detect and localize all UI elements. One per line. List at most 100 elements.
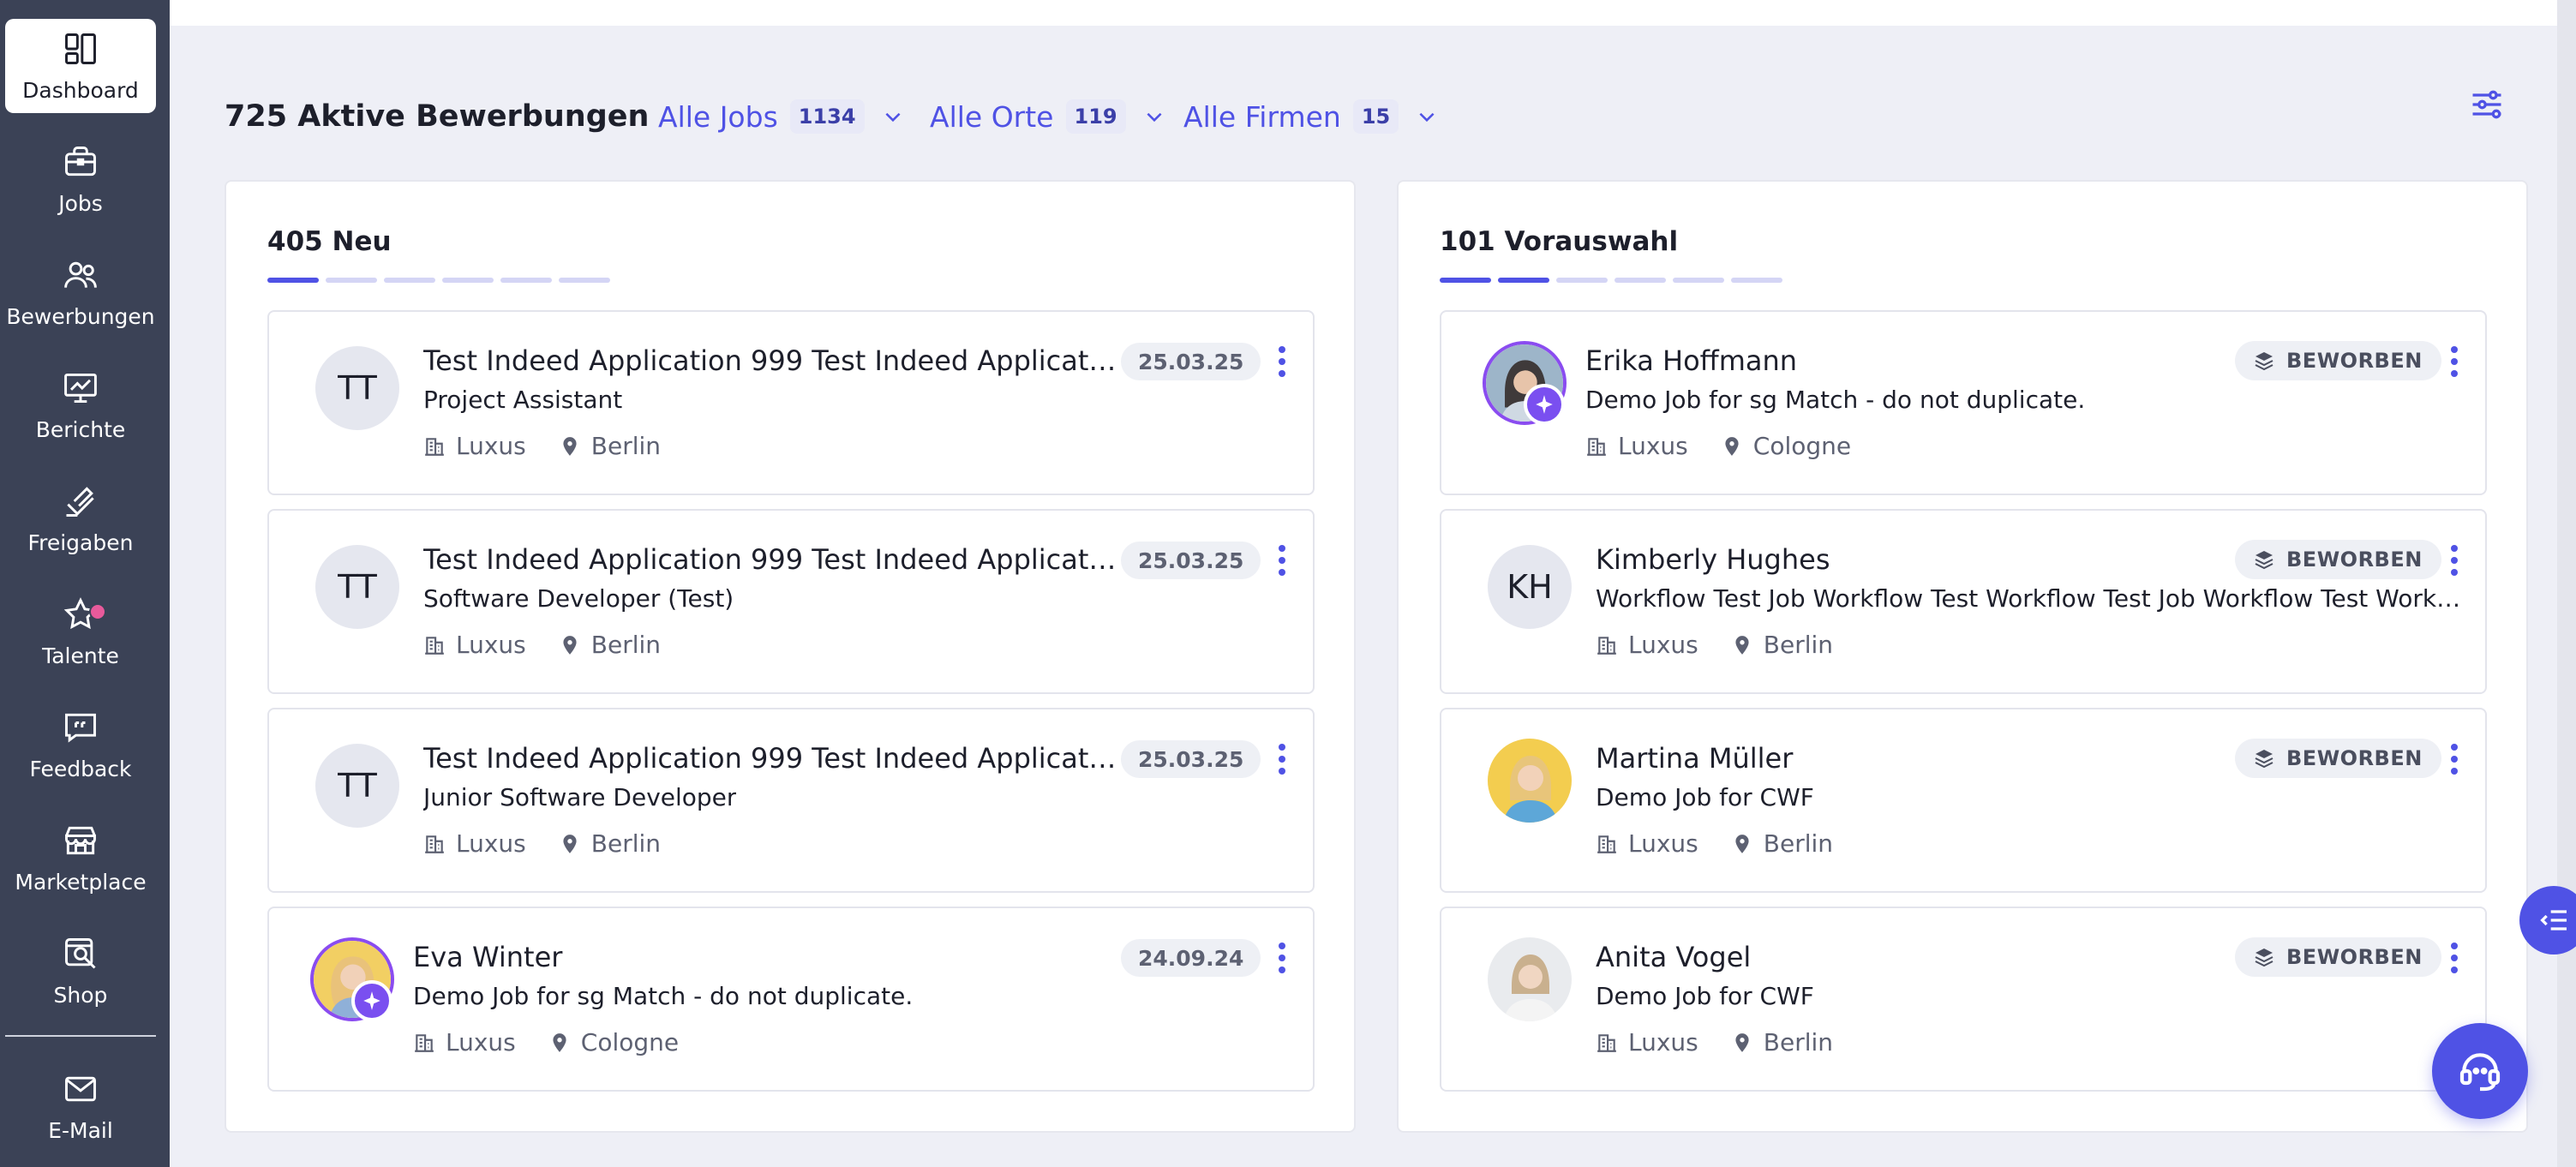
- more-options-button[interactable]: [1272, 542, 1292, 579]
- sidebar-item-email[interactable]: E-Mail: [5, 1059, 156, 1153]
- avatar: TT: [315, 744, 399, 828]
- location-pin-icon: [1725, 436, 1739, 456]
- headset-icon: [2459, 1053, 2501, 1092]
- store-icon: [65, 826, 96, 854]
- company-name: Luxus: [456, 432, 526, 460]
- layers-icon: [2255, 352, 2273, 371]
- avatar: TT: [315, 346, 399, 430]
- more-options-button[interactable]: [1272, 939, 1292, 977]
- layers-icon: [2255, 949, 2273, 967]
- candidate-card[interactable]: Erika Hoffmann Demo Job for sg Match - d…: [1440, 310, 2487, 495]
- sidebar-item-dashboard[interactable]: Dashboard: [5, 19, 156, 113]
- status-label: BEWORBEN: [2286, 945, 2423, 969]
- ai-match-badge: [351, 980, 392, 1021]
- sidebar-item-jobs[interactable]: Jobs: [5, 132, 156, 226]
- filter-count-badge: 119: [1065, 99, 1126, 134]
- chat-quote-icon: [65, 713, 96, 743]
- candidate-card[interactable]: TT Test Indeed Application 999 Test Inde…: [267, 310, 1315, 495]
- building-icon: [425, 437, 444, 456]
- filter-firmen-dropdown[interactable]: Alle Firmen 15: [1183, 96, 1438, 137]
- stage-step: [500, 278, 552, 283]
- support-chat-button[interactable]: [2432, 1023, 2528, 1119]
- job-title: Demo Job for sg Match - do not duplicate…: [413, 982, 914, 1010]
- candidate-meta: Luxus Berlin: [1596, 631, 1833, 659]
- candidate-name: Test Indeed Application 999 Test Indeed …: [423, 543, 1117, 576]
- more-options-button[interactable]: [2444, 542, 2465, 579]
- company-name: Luxus: [456, 631, 526, 659]
- status-badge: BEWORBEN: [2235, 341, 2441, 380]
- location-pin-icon: [563, 635, 577, 655]
- candidate-name: Anita Vogel: [1596, 941, 1752, 973]
- stage-step: [384, 278, 435, 283]
- dashboard-icon: [65, 33, 96, 64]
- building-icon: [425, 636, 444, 655]
- sidebar-item-feedback[interactable]: Feedback: [5, 697, 156, 792]
- filter-jobs-dropdown[interactable]: Alle Jobs 1134: [658, 96, 904, 137]
- location-name: Berlin: [1763, 631, 1834, 659]
- job-title: Demo Job for sg Match - do not duplicate…: [1585, 386, 2086, 414]
- approval-hand-icon: [66, 486, 94, 517]
- location-name: Berlin: [590, 829, 662, 858]
- layers-icon: [2255, 551, 2273, 570]
- avatar: [1488, 739, 1572, 823]
- sliders-icon[interactable]: [2468, 86, 2506, 123]
- top-bar: [170, 0, 2557, 26]
- stage-step: [1440, 278, 1491, 283]
- location-name: Cologne: [580, 1028, 680, 1056]
- chart-board-icon: [64, 373, 97, 403]
- candidate-card[interactable]: KH Kimberly Hughes Workflow Test Job Wor…: [1440, 509, 2487, 694]
- building-icon: [1597, 1033, 1616, 1052]
- sidebar-item-berichte[interactable]: Berichte: [5, 358, 156, 452]
- sidebar-item-shop[interactable]: Shop: [5, 924, 156, 1018]
- company-name: Luxus: [456, 829, 526, 858]
- sidebar-item-marketplace[interactable]: Marketplace: [5, 811, 156, 905]
- candidate-card[interactable]: TT Test Indeed Application 999 Test Inde…: [267, 708, 1315, 893]
- location-name: Cologne: [1752, 432, 1852, 460]
- location-name: Berlin: [1763, 1028, 1834, 1056]
- filter-label: Alle Orte: [930, 99, 1054, 134]
- sidebar-item-label: Freigaben: [27, 530, 134, 555]
- stage-step: [1731, 278, 1782, 283]
- job-title: Workflow Test Job Workflow Test Workflow…: [1596, 584, 2461, 613]
- scrollbar[interactable]: [2557, 0, 2576, 1167]
- avatar: TT: [315, 545, 399, 629]
- more-options-button[interactable]: [1272, 740, 1292, 778]
- collapse-list-icon: [2540, 910, 2567, 931]
- company-name: Luxus: [1628, 829, 1698, 858]
- more-options-button[interactable]: [1272, 343, 1292, 380]
- filter-orte-dropdown[interactable]: Alle Orte 119: [930, 96, 1165, 137]
- sidebar-item-bewerbungen[interactable]: Bewerbungen: [5, 245, 156, 339]
- filter-count-badge: 15: [1352, 99, 1399, 134]
- candidate-name: Test Indeed Application 999 Test Indeed …: [423, 344, 1117, 377]
- candidate-name: Kimberly Hughes: [1596, 543, 1830, 576]
- status-label: BEWORBEN: [2286, 548, 2423, 572]
- candidate-card[interactable]: Anita Vogel Demo Job for CWF Luxus Berli…: [1440, 907, 2487, 1092]
- application-date: 25.03.25: [1121, 740, 1261, 778]
- more-options-button[interactable]: [2444, 939, 2465, 977]
- building-icon: [1597, 835, 1616, 853]
- company-name: Luxus: [1628, 1028, 1698, 1056]
- building-icon: [1597, 636, 1616, 655]
- more-options-button[interactable]: [2444, 740, 2465, 778]
- candidate-card[interactable]: TT Test Indeed Application 999 Test Inde…: [267, 509, 1315, 694]
- company-name: Luxus: [1618, 432, 1688, 460]
- candidate-card[interactable]: Martina Müller Demo Job for CWF Luxus Be…: [1440, 708, 2487, 893]
- more-options-button[interactable]: [2444, 343, 2465, 380]
- sidebar-item-talente[interactable]: Talente: [5, 584, 156, 679]
- location-pin-icon: [1735, 1032, 1749, 1052]
- sidebar-item-label: Marketplace: [15, 869, 147, 895]
- sidebar-item-label: Jobs: [58, 190, 103, 216]
- status-badge: BEWORBEN: [2235, 937, 2441, 977]
- company-name: Luxus: [446, 1028, 516, 1056]
- filter-label: Alle Jobs: [658, 99, 778, 134]
- users-icon: [64, 261, 97, 288]
- sidebar-item-label: E-Mail: [48, 1117, 113, 1143]
- chevron-down-icon: [1419, 112, 1435, 123]
- stage-step: [1614, 278, 1666, 283]
- application-date: 24.09.24: [1121, 939, 1261, 977]
- sidebar-item-freigaben[interactable]: Freigaben: [5, 471, 156, 566]
- application-date: 25.03.25: [1121, 343, 1261, 380]
- candidate-card[interactable]: Eva Winter Demo Job for sg Match - do no…: [267, 907, 1315, 1092]
- avatar-nurse-woman: [1488, 739, 1572, 823]
- candidate-meta: Luxus Cologne: [1585, 432, 1851, 460]
